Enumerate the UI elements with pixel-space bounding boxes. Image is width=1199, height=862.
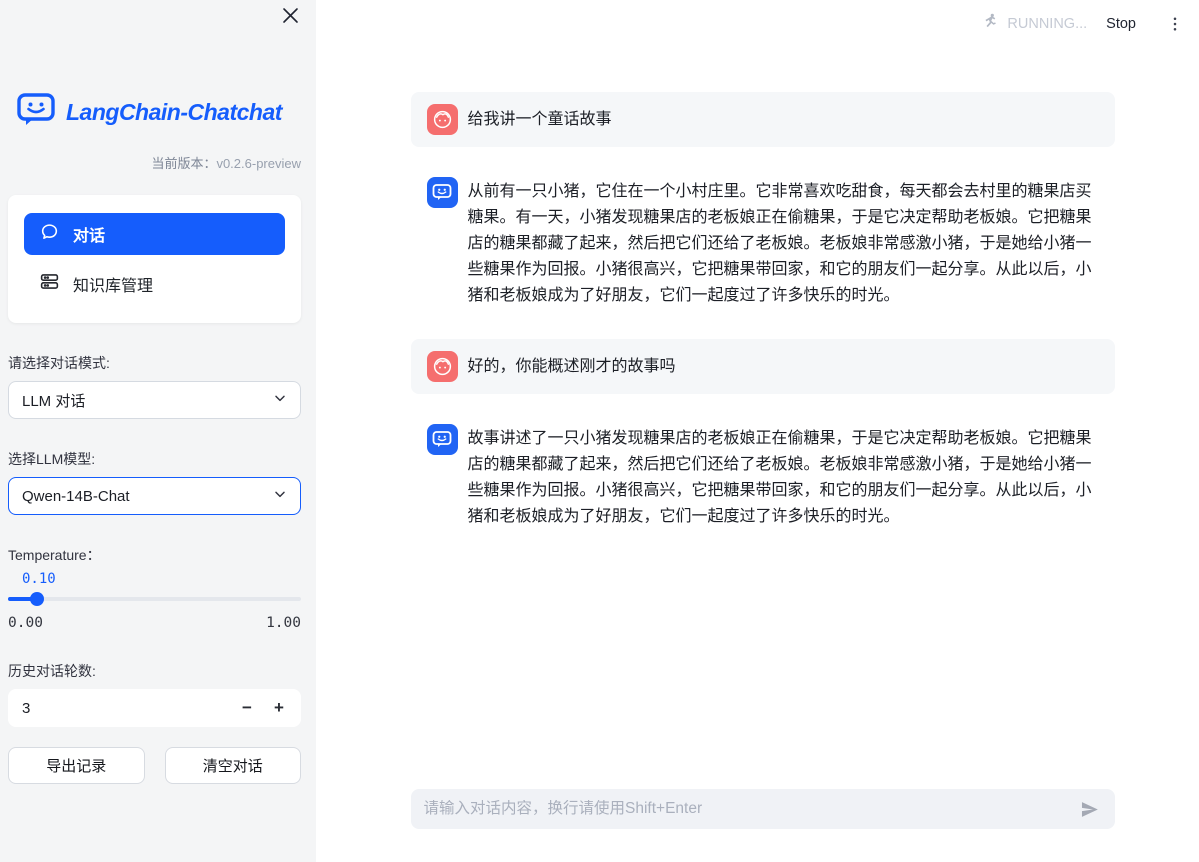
chat-message: 好的，你能概述刚才的故事吗 <box>411 339 1115 394</box>
temperature-slider[interactable] <box>8 592 301 606</box>
avatar <box>427 424 458 455</box>
app-window: LangChain-Chatchat 当前版本：v0.2.6-preview 对… <box>0 0 1199 862</box>
sidebar: LangChain-Chatchat 当前版本：v0.2.6-preview 对… <box>0 0 316 862</box>
knowledge-base-icon <box>39 271 60 297</box>
kebab-menu-icon <box>1166 15 1184 33</box>
main-area: RUNNING... Stop 给我讲一个童话故事 <box>316 0 1199 862</box>
slider-thumb[interactable] <box>30 592 44 606</box>
send-icon <box>1079 799 1100 820</box>
chat-messages: 给我讲一个童话故事 从前有一只小猪，它住在一个小村庄里。它非常喜欢吃甜食，每天都… <box>411 0 1115 530</box>
overflow-menu-button[interactable] <box>1164 13 1186 35</box>
history-rounds-stepper: − + <box>8 689 301 727</box>
chat-input[interactable] <box>424 800 1077 818</box>
increment-button[interactable]: + <box>263 692 295 724</box>
slider-max-label: 1.00 <box>266 615 301 631</box>
slider-range-labels: 0.00 1.00 <box>8 615 301 631</box>
dialogue-mode-select[interactable]: LLM 对话 <box>8 381 301 419</box>
message-text: 故事讲述了一只小猪发现糖果店的老板娘正在偷糖果，于是它决定帮助老板娘。它把糖果店… <box>468 426 1099 530</box>
sidebar-item-knowledge-base[interactable]: 知识库管理 <box>24 263 285 305</box>
version-label: 当前版本： <box>151 156 216 171</box>
user-face-icon <box>432 109 453 130</box>
history-rounds-label: 历史对话轮数: <box>8 661 301 681</box>
version-info: 当前版本：v0.2.6-preview <box>8 153 301 172</box>
dialogue-mode-label: 请选择对话模式: <box>8 353 301 373</box>
chat-message: 故事讲述了一只小猪发现糖果店的老板娘正在偷糖果，于是它决定帮助老板娘。它把糖果店… <box>411 424 1115 530</box>
export-history-button[interactable]: 导出记录 <box>8 747 145 784</box>
assistant-chat-smiley-icon <box>432 430 452 449</box>
clear-dialogue-button[interactable]: 清空对话 <box>165 747 302 784</box>
avatar <box>427 177 458 208</box>
message-text: 从前有一只小猪，它住在一个小村庄里。它非常喜欢吃甜食，每天都会去村里的糖果店买糖… <box>468 179 1099 309</box>
sidebar-item-dialogue[interactable]: 对话 <box>24 213 285 255</box>
chevron-down-icon <box>272 390 288 410</box>
llm-model-select[interactable]: Qwen-14B-Chat <box>8 477 301 515</box>
app-title: LangChain-Chatchat <box>66 99 282 126</box>
chat-bubble-icon <box>39 221 60 247</box>
decrement-button[interactable]: − <box>231 692 263 724</box>
message-text: 好的，你能概述刚才的故事吗 <box>468 354 676 380</box>
avatar <box>427 104 458 135</box>
message-text: 给我讲一个童话故事 <box>468 107 612 133</box>
chat-message: 从前有一只小猪，它住在一个小村庄里。它非常喜欢吃甜食，每天都会去村里的糖果店买糖… <box>411 177 1115 309</box>
temperature-label: Temperature： <box>8 545 301 565</box>
dialogue-mode-value: LLM 对话 <box>22 390 85 411</box>
chat-input-bar <box>411 789 1115 829</box>
sidebar-item-label: 对话 <box>73 222 105 246</box>
logo-chat-smiley-icon <box>16 92 56 133</box>
chevron-down-icon <box>272 486 288 506</box>
sidebar-item-label: 知识库管理 <box>73 272 153 296</box>
app-logo: LangChain-Chatchat <box>16 92 301 133</box>
slider-track[interactable] <box>8 597 301 601</box>
user-face-icon <box>432 356 453 377</box>
sidebar-actions: 导出记录 清空对话 <box>8 747 301 784</box>
temperature-value: 0.10 <box>22 571 301 587</box>
sidebar-close-button[interactable] <box>278 6 302 30</box>
avatar <box>427 351 458 382</box>
close-icon <box>282 7 299 29</box>
llm-model-label: 选择LLM模型: <box>8 449 301 469</box>
slider-min-label: 0.00 <box>8 615 43 631</box>
send-button[interactable] <box>1077 796 1103 822</box>
version-value: v0.2.6-preview <box>216 156 301 171</box>
sidebar-nav-card: 对话 知识库管理 <box>8 195 301 323</box>
chat-message: 给我讲一个童话故事 <box>411 92 1115 147</box>
assistant-chat-smiley-icon <box>432 183 452 202</box>
history-rounds-input[interactable] <box>22 700 231 717</box>
llm-model-value: Qwen-14B-Chat <box>22 488 130 505</box>
